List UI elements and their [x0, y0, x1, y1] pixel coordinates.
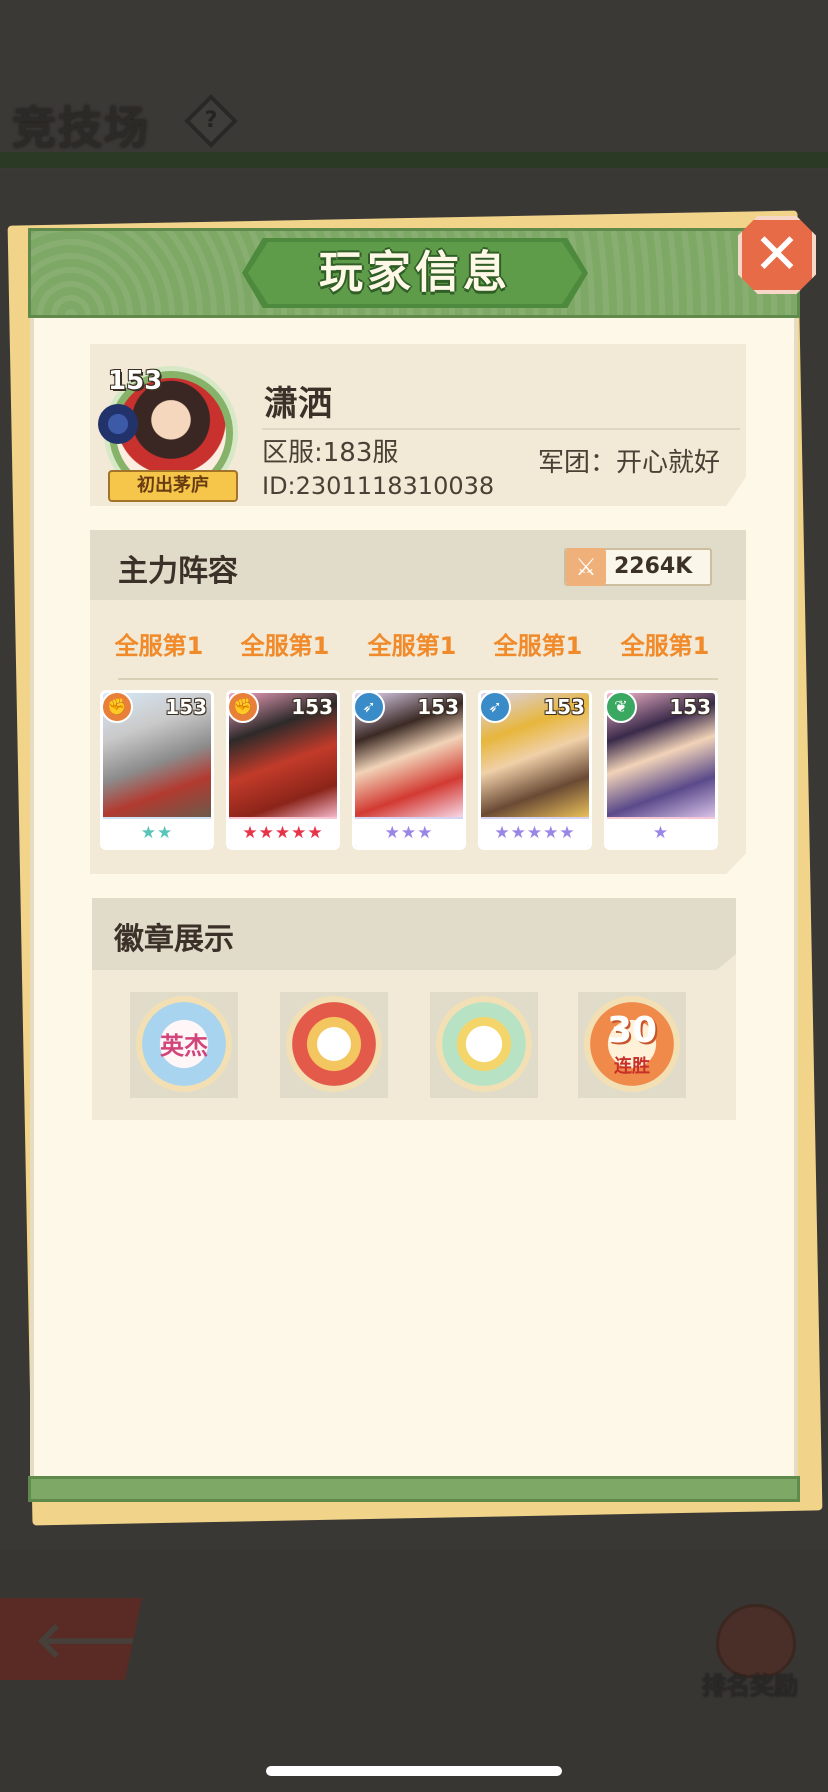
- hero-card-5[interactable]: ❦ 153 ★: [604, 690, 718, 850]
- close-icon: ✕: [753, 222, 801, 287]
- fist-icon: ✊: [229, 693, 259, 723]
- close-button[interactable]: ✕: [738, 216, 816, 294]
- bow-icon: ➶: [481, 693, 511, 723]
- dialog-footer: [28, 1476, 800, 1502]
- badge-title: 徽章展示: [114, 922, 234, 957]
- back-button[interactable]: 🡐: [0, 1598, 142, 1680]
- hero-stars: ★★★: [355, 819, 463, 847]
- hero-rank-1: 全服第1: [114, 632, 204, 660]
- hero-level: 153: [417, 695, 459, 719]
- badge-slot-2[interactable]: [280, 992, 388, 1098]
- rank-reward-label[interactable]: 排名奖励: [702, 1666, 798, 1701]
- lineup-title: 主力阵容: [118, 554, 238, 589]
- player-id: ID:2301118310038: [262, 472, 495, 500]
- crossed-swords-icon: ⚔: [566, 548, 606, 586]
- badge-label: 英杰: [160, 1032, 208, 1060]
- badge-slot-4[interactable]: 30 连胜: [578, 992, 686, 1098]
- hero-level: 153: [165, 695, 207, 719]
- hero-level: 153: [669, 695, 711, 719]
- hero-level: 153: [543, 695, 585, 719]
- power-value: 2264K: [614, 554, 693, 579]
- player-level: 153: [108, 366, 163, 396]
- hero-rank-2: 全服第1: [240, 632, 330, 660]
- hero-rank-3: 全服第1: [367, 632, 457, 660]
- dragon-icon: [436, 996, 532, 1092]
- player-server: 区服:183服: [262, 438, 399, 468]
- bow-icon: ➶: [355, 693, 385, 723]
- player-guild: 军团：开心就好: [538, 448, 721, 478]
- flower-icon: [98, 404, 138, 444]
- divider: [118, 678, 718, 680]
- streak-number: 30: [606, 1010, 658, 1051]
- badge-slot-3[interactable]: [430, 992, 538, 1098]
- fist-icon: ✊: [103, 693, 133, 723]
- hero-stars: ★★★★★: [481, 819, 589, 847]
- hero-stars: ★★: [103, 819, 211, 847]
- hero-stars: ★★★★★: [229, 819, 337, 847]
- hero-card-1[interactable]: ✊ 153 ★★: [100, 690, 214, 850]
- hero-card-4[interactable]: ➶ 153 ★★★★★: [478, 690, 592, 850]
- streak-label: 连胜: [614, 1056, 650, 1077]
- arena-title: 竞技场: [12, 103, 150, 154]
- question-icon: ?: [204, 108, 218, 133]
- hero-stars: ★: [607, 819, 715, 847]
- player-name: 潇洒: [264, 384, 332, 424]
- hero-rank-4: 全服第1: [493, 632, 583, 660]
- home-indicator[interactable]: [266, 1766, 562, 1776]
- hero-rank-5: 全服第1: [620, 632, 710, 660]
- hero-card-3[interactable]: ➶ 153 ★★★: [352, 690, 466, 850]
- background-band: [0, 152, 828, 168]
- divider: [262, 428, 740, 430]
- hero-card-2[interactable]: ✊ 153 ★★★★★: [226, 690, 340, 850]
- hero-level: 153: [291, 695, 333, 719]
- dice-icon: [286, 996, 382, 1092]
- badge-slot-1[interactable]: 英杰: [130, 992, 238, 1098]
- leaf-icon: ❦: [607, 693, 637, 723]
- player-title-badge: 初出茅庐: [108, 470, 238, 502]
- dialog-title: 玩家信息: [319, 247, 511, 298]
